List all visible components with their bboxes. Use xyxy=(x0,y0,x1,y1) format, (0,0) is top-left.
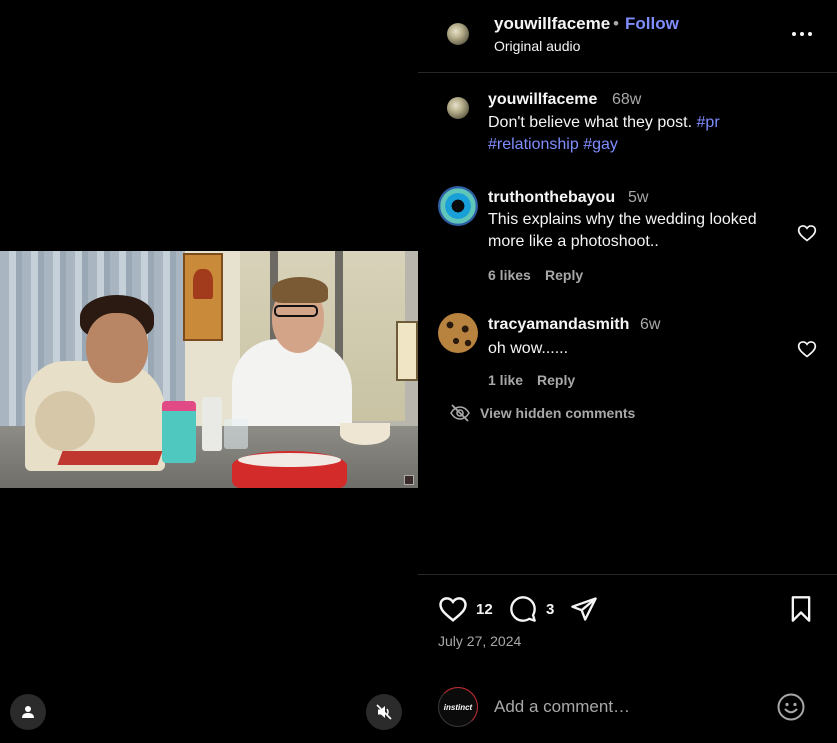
comment-time: 6w xyxy=(640,316,661,333)
video-red-pot xyxy=(232,451,347,488)
bookmark-icon xyxy=(791,596,811,622)
video-wall-frame xyxy=(396,321,418,381)
caption-time: 68w xyxy=(612,91,642,108)
post-date[interactable]: July 27, 2024 xyxy=(438,633,521,649)
post-header: youwillfaceme • Follow Original audio xyxy=(418,0,837,73)
save-button[interactable] xyxy=(787,595,815,623)
video-tray xyxy=(57,451,163,465)
share-button[interactable] xyxy=(569,595,599,623)
comment-text: This explains why the wedding looked mor… xyxy=(488,211,757,250)
comment-input[interactable] xyxy=(494,692,764,722)
hashtag-link[interactable]: #relationship xyxy=(488,136,579,153)
comment-reply-button[interactable]: Reply xyxy=(537,372,575,388)
comment-username[interactable]: tracyamandasmith xyxy=(488,316,629,334)
more-options-button[interactable] xyxy=(790,22,814,46)
caption-author-avatar[interactable] xyxy=(447,97,469,119)
caption-username[interactable]: youwillfaceme xyxy=(488,91,597,109)
video-teal-tumbler xyxy=(162,401,196,463)
comment-like-heart-icon[interactable] xyxy=(797,339,817,359)
comment-text: oh wow...... xyxy=(488,340,569,357)
caption-body: Don't believe what they post. xyxy=(488,114,693,131)
current-user-avatar[interactable]: instinct xyxy=(438,687,478,727)
comment-like-heart-icon[interactable] xyxy=(797,223,817,243)
caption-text: Don't believe what they post. #pr #relati… xyxy=(488,112,788,156)
video-corner-badge xyxy=(404,475,414,485)
video-player[interactable] xyxy=(0,251,418,488)
video-bowl xyxy=(340,423,390,445)
like-count[interactable]: 12 xyxy=(476,601,493,618)
speaker-muted-icon xyxy=(376,704,392,720)
hidden-comments-label: View hidden comments xyxy=(480,405,636,421)
more-horizontal-icon xyxy=(792,32,812,36)
author-username[interactable]: youwillfaceme xyxy=(494,14,610,34)
comment-reply-button[interactable]: Reply xyxy=(545,267,583,283)
like-button[interactable]: 12 xyxy=(438,595,493,623)
post-side-panel: youwillfaceme • Follow Original audio yo… xyxy=(418,0,837,743)
commenter-avatar[interactable] xyxy=(438,313,478,353)
eye-slash-icon xyxy=(450,404,470,422)
tagged-users-button[interactable] xyxy=(10,694,46,730)
audio-label[interactable]: Original audio xyxy=(494,38,580,54)
heart-icon xyxy=(439,597,467,622)
comment-count: 3 xyxy=(546,600,555,618)
comment-likes-count[interactable]: 1 like xyxy=(488,372,523,388)
user-icon xyxy=(22,706,34,718)
author-avatar[interactable] xyxy=(447,23,469,45)
hashtag-link[interactable]: #pr xyxy=(697,114,720,131)
comment-username[interactable]: truthonthebayou xyxy=(488,189,615,207)
follow-button[interactable]: Follow xyxy=(625,14,679,34)
view-hidden-comments-button[interactable]: View hidden comments xyxy=(450,402,635,424)
hashtag-link[interactable]: #gay xyxy=(583,136,618,153)
comment-time: 5w xyxy=(628,189,649,206)
video-person-right-hair xyxy=(272,277,328,303)
commenter-avatar[interactable] xyxy=(438,186,478,226)
paper-plane-icon xyxy=(571,597,597,621)
video-poster xyxy=(183,253,223,341)
add-comment-bar: instinct xyxy=(418,684,837,743)
comment-likes-count[interactable]: 6 likes xyxy=(488,267,531,283)
comment-button[interactable]: 3 xyxy=(508,595,554,623)
header-separator: • xyxy=(613,14,619,33)
smiley-icon[interactable] xyxy=(776,692,806,722)
comment-bubble-icon xyxy=(510,596,536,622)
video-glass xyxy=(224,419,248,449)
post-actions: 12 3 July 27, 2024 xyxy=(418,574,837,684)
video-person-left-head xyxy=(86,313,148,383)
mute-toggle-button[interactable] xyxy=(366,694,402,730)
video-person-right-glasses xyxy=(274,305,318,317)
media-pane xyxy=(0,0,418,743)
video-can xyxy=(202,397,222,451)
